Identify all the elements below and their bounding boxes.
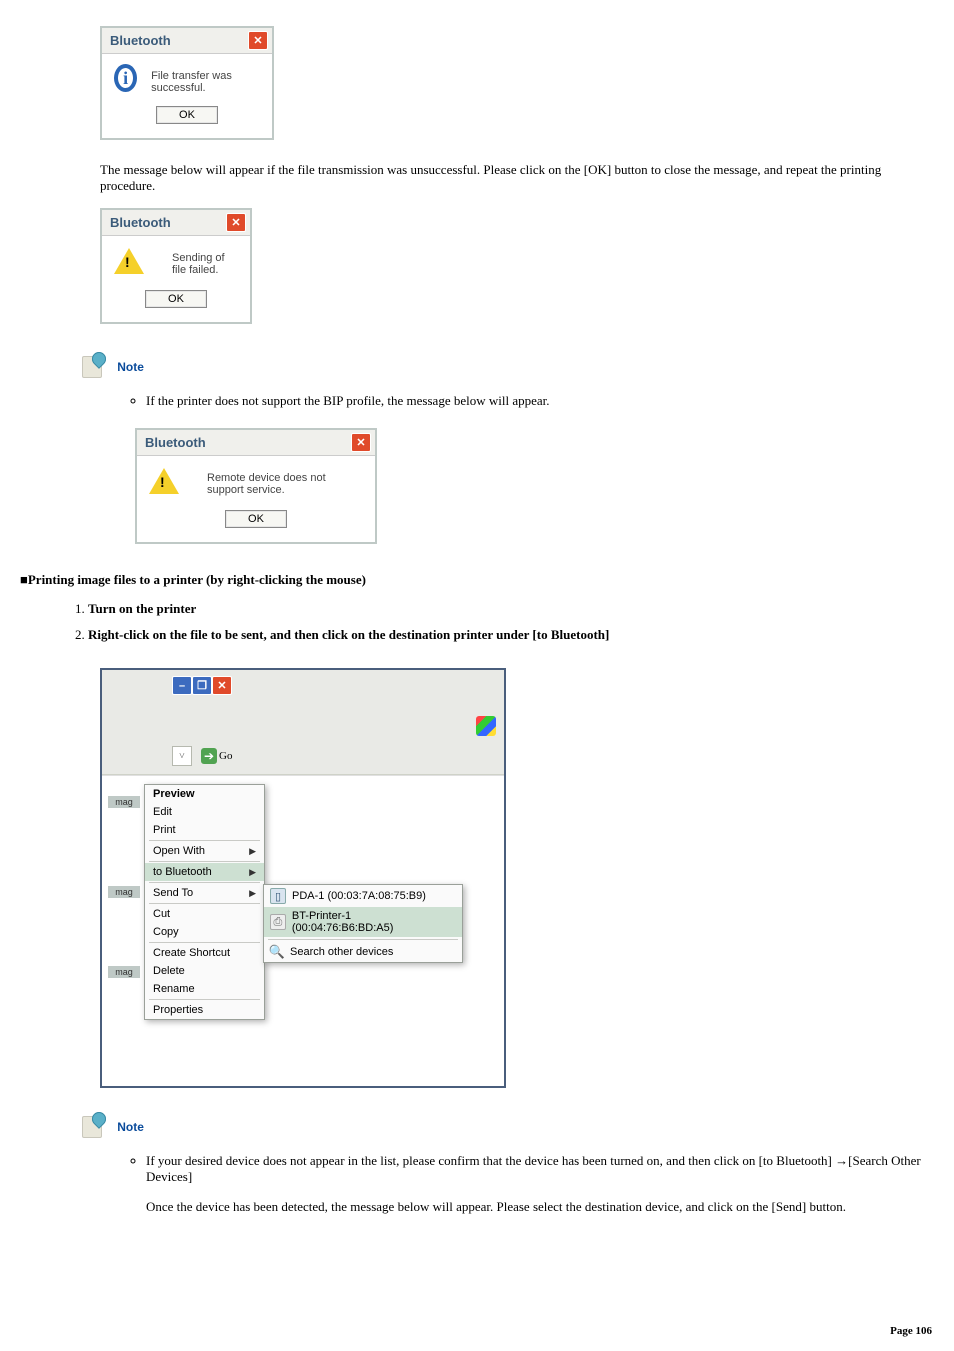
menu-separator — [149, 882, 260, 883]
menu-item-label: Delete — [153, 965, 185, 977]
context-menu-item[interactable]: Send To ▶ — [145, 884, 264, 902]
submenu-arrow-icon: ▶ — [249, 888, 256, 899]
explorer-screenshot: – ❐ ✕ ˅ ➔ Go mag mag mag Preview Edit Prin… — [100, 668, 506, 1088]
submenu-item-label: PDA-1 (00:03:7A:08:75:B9) — [292, 890, 426, 902]
menu-item-label: Send To — [153, 887, 193, 899]
menu-item-label: Print — [153, 824, 176, 836]
ok-button[interactable]: OK — [156, 106, 218, 124]
dialog-success: Bluetooth ✕ i File transfer was successf… — [100, 26, 274, 140]
menu-item-label: Properties — [153, 1004, 203, 1016]
dialog-title: Bluetooth — [110, 215, 171, 230]
menu-separator — [149, 942, 260, 943]
ok-button[interactable]: OK — [145, 290, 207, 308]
note-label: Note — [117, 360, 144, 374]
close-icon[interactable]: ✕ — [212, 676, 232, 695]
ok-button[interactable]: OK — [225, 510, 287, 528]
context-menu-item[interactable]: Open With ▶ — [145, 842, 264, 860]
context-menu-item[interactable]: Properties — [145, 1001, 264, 1019]
go-arrow-icon: ➔ — [201, 748, 217, 764]
menu-item-label: Preview — [153, 788, 195, 800]
submenu-item[interactable]: ▯ PDA-1 (00:03:7A:08:75:B9) — [264, 885, 462, 907]
menu-separator — [149, 840, 260, 841]
paragraph: The message below will appear if the fil… — [100, 162, 934, 194]
dialog-message: Remote device does not support service. — [207, 466, 359, 496]
menu-separator — [149, 903, 260, 904]
note-bullet: If your desired device does not appear i… — [146, 1153, 934, 1215]
note-icon — [80, 354, 106, 380]
warning-icon: ! — [149, 466, 193, 498]
context-menu-item[interactable]: Copy — [145, 923, 264, 941]
document-body: Bluetooth ✕ i File transfer was successf… — [20, 20, 934, 1215]
search-icon: 🔍 — [270, 945, 284, 959]
menu-item-label: Create Shortcut — [153, 947, 230, 959]
dropdown-icon[interactable]: ˅ — [172, 746, 192, 766]
note-icon — [80, 1114, 106, 1140]
context-menu-item[interactable]: Edit — [145, 803, 264, 821]
menu-separator — [149, 999, 260, 1000]
submenu-item-label: BT-Printer-1 (00:04:76:B6:BD:A5) — [292, 910, 454, 934]
context-menu-item[interactable]: Rename — [145, 980, 264, 998]
go-button[interactable]: ➔ Go — [196, 747, 237, 765]
warning-icon: ! — [114, 246, 158, 278]
file-thumbnail[interactable]: mag — [108, 886, 140, 898]
page-number: Page 106 — [890, 1325, 932, 1337]
note-label: Note — [117, 1120, 144, 1134]
menu-item-label: Rename — [153, 983, 195, 995]
menu-item-label: Cut — [153, 908, 170, 920]
section-heading: ■Printing image files to a printer (by r… — [20, 572, 934, 588]
dialog-message: File transfer was successful. — [151, 64, 256, 94]
submenu-arrow-icon: ▶ — [249, 846, 256, 857]
dialog-not-supported: Bluetooth ✕ ! Remote device does not sup… — [135, 428, 377, 544]
minimize-icon[interactable]: – — [172, 676, 192, 695]
close-icon[interactable]: ✕ — [351, 433, 371, 452]
dialog-title: Bluetooth — [145, 435, 206, 450]
submenu-item[interactable]: 🔍 Search other devices — [264, 942, 462, 962]
menu-item-label: Open With — [153, 845, 205, 857]
close-icon[interactable]: ✕ — [226, 213, 246, 232]
context-menu-item[interactable]: to Bluetooth ▶ — [145, 863, 264, 881]
restore-icon[interactable]: ❐ — [192, 676, 212, 695]
submenu-arrow-icon: ▶ — [249, 867, 256, 878]
menu-separator — [268, 939, 458, 940]
context-menu-item[interactable]: Preview — [145, 785, 264, 803]
menu-item-label: Copy — [153, 926, 179, 938]
note-heading: Note — [80, 1114, 934, 1140]
info-icon: i — [114, 64, 137, 92]
file-thumbnail[interactable]: mag — [108, 966, 140, 978]
dialog-title: Bluetooth — [110, 33, 171, 48]
pda-icon: ▯ — [270, 888, 286, 904]
menu-separator — [149, 861, 260, 862]
window-controls: – ❐ ✕ — [172, 676, 496, 695]
context-menu-item[interactable]: Delete — [145, 962, 264, 980]
note-paragraph: Once the device has been detected, the m… — [146, 1199, 934, 1215]
file-thumbnail[interactable]: mag — [108, 796, 140, 808]
submenu-item[interactable]: ⎙ BT-Printer-1 (00:04:76:B6:BD:A5) — [264, 907, 462, 937]
dialog-message: Sending of file failed. — [172, 246, 234, 276]
note-bullet: If the printer does not support the BIP … — [146, 393, 934, 409]
menu-item-label: to Bluetooth — [153, 866, 212, 878]
close-icon[interactable]: ✕ — [248, 31, 268, 50]
step-1: Turn on the printer — [88, 601, 934, 617]
printer-icon: ⎙ — [270, 914, 286, 930]
context-menu-item[interactable]: Create Shortcut — [145, 944, 264, 962]
bluetooth-submenu: ▯ PDA-1 (00:03:7A:08:75:B9) ⎙ BT-Printer-1 … — [263, 884, 463, 963]
submenu-item-label: Search other devices — [290, 946, 393, 958]
context-menu: PreviewEditPrintOpen With▶to Bluetooth▶S… — [144, 784, 265, 1020]
context-menu-item[interactable]: Print — [145, 821, 264, 839]
address-bar: ˅ ➔ Go — [102, 742, 504, 775]
windows-flag-icon — [476, 716, 496, 736]
step-2: Right-click on the file to be sent, and … — [88, 627, 934, 643]
dialog-failed: Bluetooth ✕ ! Sending of file failed. OK — [100, 208, 252, 324]
menu-item-label: Edit — [153, 806, 172, 818]
context-menu-item[interactable]: Cut — [145, 905, 264, 923]
note-heading: Note — [80, 354, 934, 380]
